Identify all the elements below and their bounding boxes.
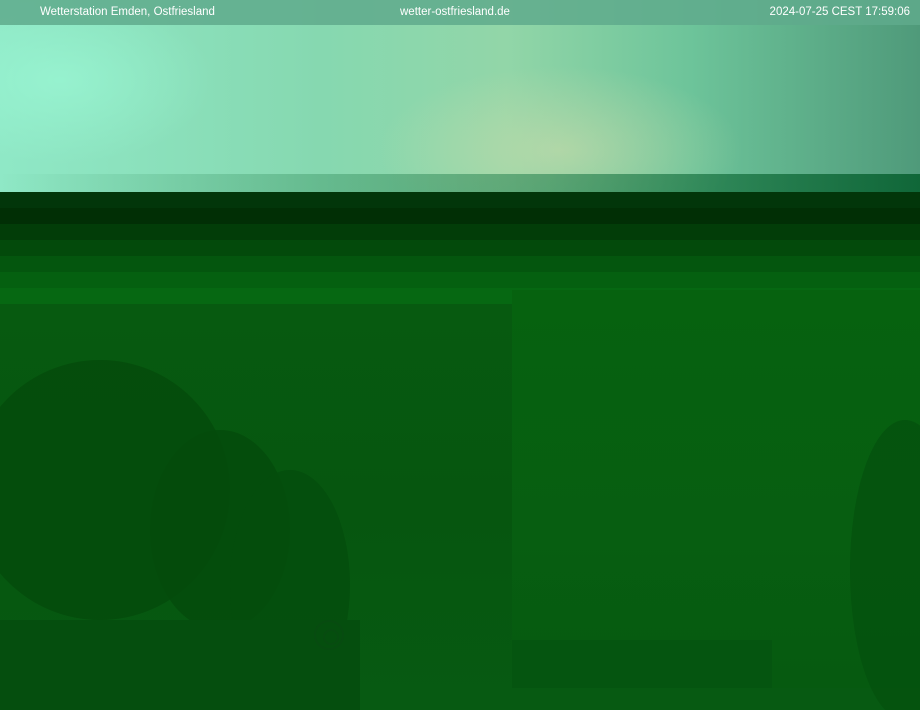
station-name: Wetterstation Emden, Ostfriesland bbox=[40, 6, 215, 18]
right-foreground-low bbox=[512, 640, 772, 688]
sky bbox=[0, 0, 920, 192]
horizon-band bbox=[0, 224, 920, 240]
horizon-band bbox=[0, 192, 920, 208]
horizon-band bbox=[0, 240, 920, 256]
header-bar: Wetterstation Emden, Ostfriesland wetter… bbox=[0, 0, 920, 25]
horizon-band bbox=[0, 208, 920, 224]
timestamp: 2024-07-25 CEST 17:59:06 bbox=[769, 6, 910, 18]
website-link[interactable]: wetter-ostfriesland.de bbox=[400, 6, 510, 18]
webcam-image bbox=[0, 0, 920, 710]
camera-logo-icon bbox=[314, 620, 344, 650]
horizon-band bbox=[0, 256, 920, 272]
horizon-bands bbox=[0, 192, 920, 304]
hedge bbox=[0, 620, 360, 710]
horizon-band bbox=[0, 272, 920, 288]
